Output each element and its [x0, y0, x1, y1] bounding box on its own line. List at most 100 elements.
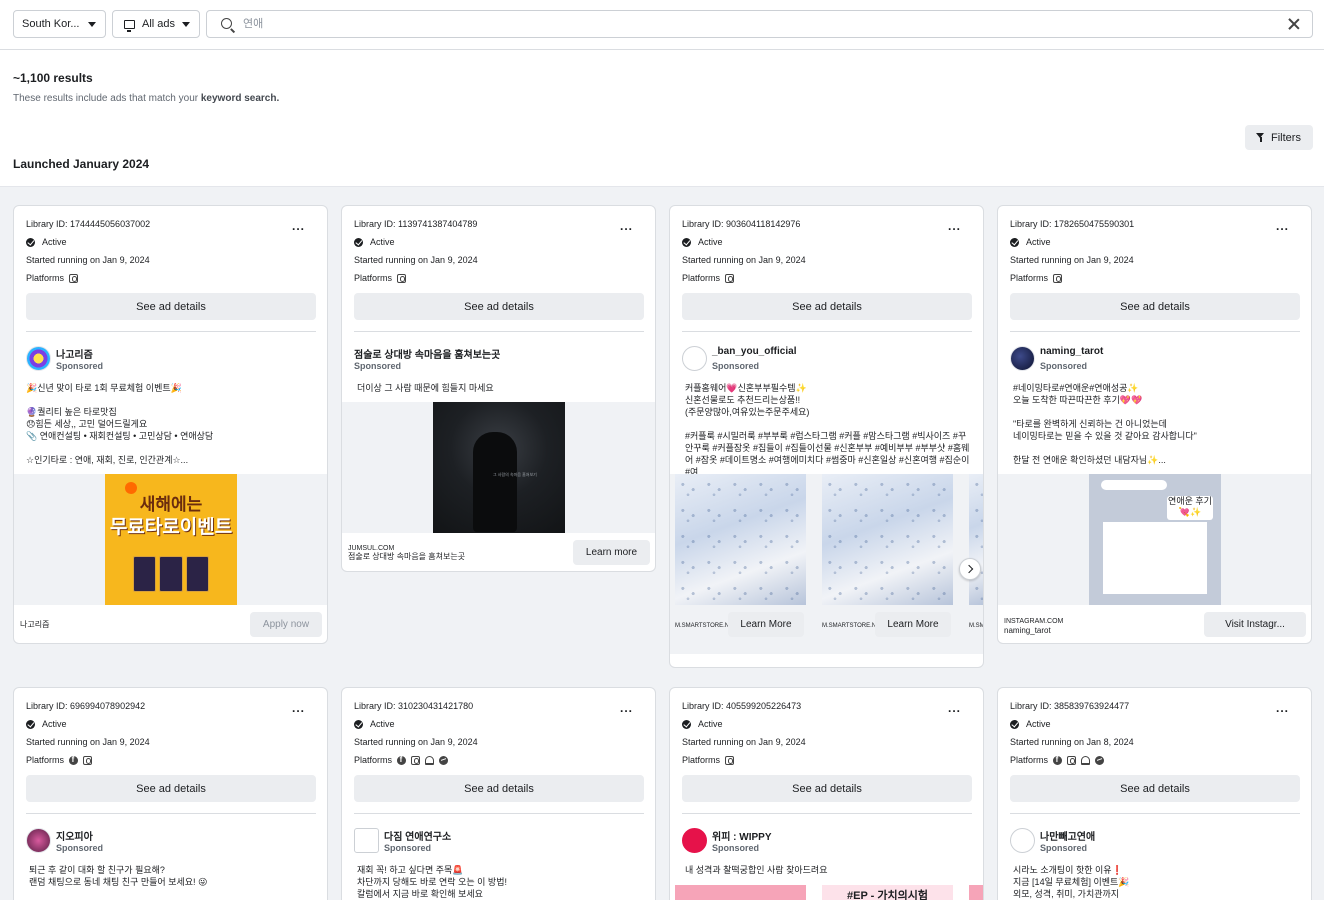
clear-search-icon[interactable]: [1288, 18, 1300, 30]
see-ad-details-button[interactable]: See ad details: [1010, 775, 1300, 802]
sponsored-label: Sponsored: [56, 843, 104, 853]
sponsored-label: Sponsored: [354, 361, 402, 371]
carousel-image[interactable]: [822, 474, 953, 605]
platforms-row: Platforms: [1010, 755, 1105, 765]
avatar[interactable]: [682, 828, 707, 853]
more-options-icon[interactable]: ...: [620, 219, 633, 233]
filters-label: Filters: [1271, 131, 1301, 144]
person-figure: [473, 432, 517, 532]
avatar[interactable]: [1010, 828, 1035, 853]
page-name[interactable]: 점술로 상대방 속마음을 훔쳐보는곳: [354, 346, 500, 361]
more-options-icon[interactable]: ...: [292, 701, 305, 715]
avatar[interactable]: [682, 346, 707, 371]
avatar[interactable]: [354, 828, 379, 853]
carousel-image[interactable]: [675, 885, 806, 900]
search-icon: [221, 18, 232, 29]
chevron-down-icon: [88, 22, 96, 27]
sponsored-label: Sponsored: [56, 361, 104, 371]
carousel-image[interactable]: #EP - 가치의시험: [822, 885, 953, 900]
instagram-icon: [411, 755, 421, 765]
status-label: Active: [42, 719, 67, 729]
chevron-down-icon: [182, 22, 190, 27]
learn-more-button[interactable]: Learn More: [875, 612, 951, 637]
page-name[interactable]: 위피 : WIPPY: [712, 828, 772, 843]
instagram-icon: [725, 755, 735, 765]
more-options-icon[interactable]: ...: [1276, 219, 1289, 233]
see-ad-details-button[interactable]: See ad details: [26, 293, 316, 320]
instagram-icon: [1053, 273, 1063, 283]
carousel-next-button[interactable]: [959, 558, 981, 580]
status-active: Active: [354, 237, 395, 247]
carousel-image[interactable]: [969, 885, 983, 900]
learn-more-button[interactable]: Learn more: [573, 540, 650, 565]
check-circle-icon: [682, 719, 691, 729]
page-name[interactable]: _ban_you_official: [712, 346, 796, 357]
started-running: Started running on Jan 9, 2024: [682, 737, 806, 747]
ad-image[interactable]: 새해에는 무료타로이벤트: [105, 474, 237, 605]
avatar[interactable]: [26, 346, 51, 371]
ad-card: Library ID: 310230431421780 ... Active S…: [341, 687, 656, 900]
footer-domain: INSTAGRAM.COM: [1004, 618, 1064, 625]
learn-more-button[interactable]: Learn More: [728, 612, 804, 637]
instagram-icon: [83, 755, 93, 765]
search-box: [206, 10, 1313, 38]
page-name[interactable]: 지오피아: [56, 828, 93, 843]
platforms-label: Platforms: [682, 273, 721, 283]
platforms-label: Platforms: [1010, 755, 1049, 765]
instagram-icon: [69, 273, 79, 283]
see-ad-details-button[interactable]: See ad details: [26, 775, 316, 802]
platforms-label: Platforms: [354, 755, 393, 765]
more-options-icon[interactable]: ...: [948, 219, 961, 233]
instagram-icon: [397, 273, 407, 283]
ad-card: Library ID: 385839763924477 ... Active S…: [997, 687, 1312, 900]
search-input[interactable]: [243, 15, 1263, 33]
results-note-keyword: keyword search.: [200, 93, 280, 104]
status-label: Active: [1026, 237, 1051, 247]
facebook-icon: [397, 755, 407, 765]
more-options-icon[interactable]: ...: [620, 701, 633, 715]
page-name[interactable]: 다짐 연애연구소: [384, 828, 451, 843]
platforms-row: Platforms: [354, 273, 407, 283]
ad-type-dropdown[interactable]: All ads: [112, 10, 200, 38]
carousel-image[interactable]: [969, 474, 983, 605]
page-name[interactable]: naming_tarot: [1040, 346, 1103, 357]
platforms-row: Platforms: [354, 755, 449, 765]
results-note: These results include ads that match you…: [13, 93, 279, 104]
visit-instagram-button[interactable]: Visit Instagr...: [1204, 612, 1306, 637]
ad-image[interactable]: 연애운 후기💘✨: [1089, 474, 1221, 605]
sponsored-label: Sponsored: [1040, 361, 1088, 371]
status-active: Active: [26, 237, 67, 247]
image-bubble: 연애운 후기💘✨: [1167, 496, 1213, 520]
platforms-row: Platforms: [682, 755, 735, 765]
divider: [26, 331, 316, 332]
tarot-cards-illustration: [133, 556, 209, 592]
ad-body-text: 퇴근 후 같이 대화 할 친구가 필요해? 랜덤 채팅으로 동네 채팅 친구 만…: [29, 865, 208, 887]
avatar[interactable]: [1010, 346, 1035, 371]
sponsored-label: Sponsored: [384, 843, 432, 853]
started-running: Started running on Jan 9, 2024: [26, 255, 150, 265]
library-id: Library ID: 696994078902942: [26, 701, 146, 711]
carousel-image[interactable]: [675, 474, 806, 605]
see-ad-details-button[interactable]: See ad details: [1010, 293, 1300, 320]
poster-line-2: 무료타로이벤트: [109, 517, 233, 538]
see-ad-details-button[interactable]: See ad details: [682, 293, 972, 320]
page-name[interactable]: 나만빼고연애: [1040, 828, 1095, 843]
more-options-icon[interactable]: ...: [292, 219, 305, 233]
more-options-icon[interactable]: ...: [948, 701, 961, 715]
platforms-label: Platforms: [26, 755, 65, 765]
avatar[interactable]: [26, 828, 51, 853]
page-name[interactable]: 나고리즘: [56, 346, 93, 361]
more-options-icon[interactable]: ...: [1276, 701, 1289, 715]
apply-now-button[interactable]: Apply now: [250, 612, 322, 637]
platforms-label: Platforms: [354, 273, 393, 283]
started-running: Started running on Jan 8, 2024: [1010, 737, 1134, 747]
country-dropdown[interactable]: South Kor...: [13, 10, 106, 38]
see-ad-details-button[interactable]: See ad details: [682, 775, 972, 802]
see-ad-details-button[interactable]: See ad details: [354, 293, 644, 320]
see-ad-details-button[interactable]: See ad details: [354, 775, 644, 802]
platforms-row: Platforms: [682, 273, 735, 283]
ad-image[interactable]: 그 사람의 속마음 훔쳐보기: [433, 402, 565, 533]
divider: [1010, 331, 1300, 332]
status-label: Active: [698, 719, 723, 729]
filters-button[interactable]: Filters: [1245, 125, 1313, 150]
